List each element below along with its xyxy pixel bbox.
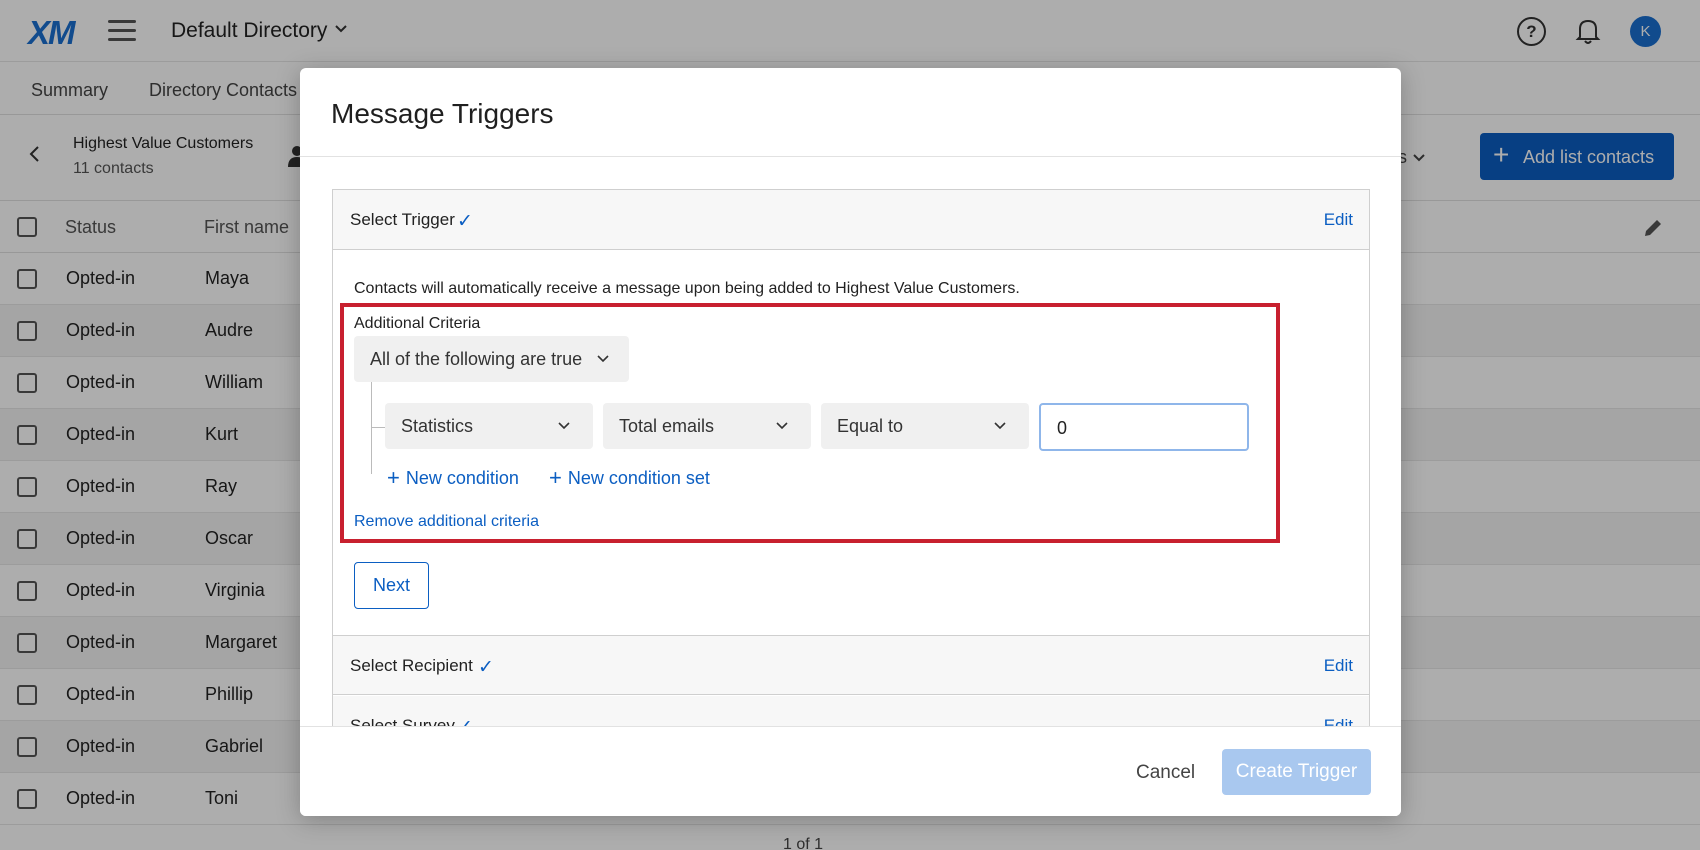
condition-metric-dropdown[interactable]: Total emails [603,403,811,449]
plus-icon: + [549,465,562,490]
check-icon: ✓ [478,657,494,678]
divider [300,156,1401,157]
modal-title: Message Triggers [331,98,554,129]
check-icon: ✓ [457,211,473,232]
new-condition-set-link[interactable]: + New condition set [549,464,710,490]
chevron-down-icon [596,350,610,364]
section-select-trigger: Select Trigger ✓ Edit [333,190,1369,250]
chevron-down-icon [775,417,789,431]
chevron-down-icon [993,417,1007,431]
tree-branch [371,427,385,428]
plus-icon: + [387,465,400,490]
section-select-recipient: Select Recipient ✓ Edit [333,635,1369,695]
condition-value-input[interactable]: 0 [1039,403,1249,451]
section-title: Select Recipient [350,656,473,675]
create-trigger-button[interactable]: Create Trigger [1222,749,1371,795]
cancel-button[interactable]: Cancel [1136,762,1195,784]
message-triggers-modal: Message Triggers Select Trigger ✓ Edit C… [300,68,1401,816]
trigger-description: Contacts will automatically receive a me… [354,280,1020,297]
condition-operator-dropdown[interactable]: Equal to [821,403,1029,449]
match-type-dropdown[interactable]: All of the following are true [354,336,629,382]
divider [300,726,1401,727]
new-condition-link[interactable]: + New condition [387,464,519,490]
edit-trigger-link[interactable]: Edit [1324,210,1353,230]
section-title: Select Trigger [350,210,455,229]
remove-additional-criteria-link[interactable]: Remove additional criteria [354,513,539,531]
additional-criteria-label: Additional Criteria [354,315,481,332]
trigger-wizard: Select Trigger ✓ Edit Contacts will auto… [332,189,1370,756]
edit-recipient-link[interactable]: Edit [1324,656,1353,676]
next-button[interactable]: Next [354,562,429,609]
tree-line [371,382,372,474]
condition-field-dropdown[interactable]: Statistics [385,403,593,449]
chevron-down-icon [557,417,571,431]
